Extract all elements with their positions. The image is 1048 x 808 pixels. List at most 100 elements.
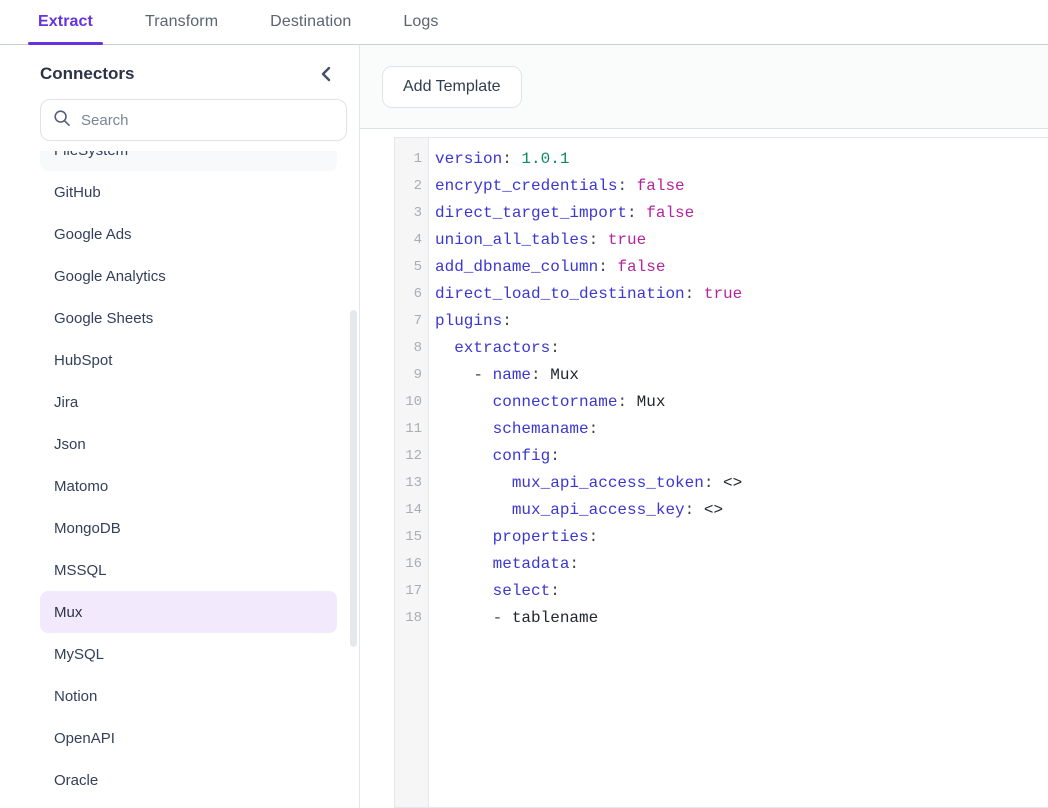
code-line: connectorname: Mux bbox=[435, 389, 1048, 416]
code-token bbox=[435, 366, 473, 384]
code-token: plugins bbox=[435, 312, 502, 330]
code-token: : bbox=[617, 177, 636, 195]
tab-extract[interactable]: Extract bbox=[12, 0, 119, 44]
connector-item-label: OpenAPI bbox=[54, 730, 115, 747]
connector-item[interactable]: MSSQL bbox=[40, 549, 337, 591]
connector-item[interactable]: Matomo bbox=[40, 465, 337, 507]
line-number: 18 bbox=[395, 605, 428, 632]
line-number: 1 bbox=[395, 146, 428, 173]
code-line: add_dbname_column: false bbox=[435, 254, 1048, 281]
code-token: config bbox=[493, 447, 551, 465]
line-number: 5 bbox=[395, 254, 428, 281]
code-line: union_all_tables: true bbox=[435, 227, 1048, 254]
connector-item-label: MySQL bbox=[54, 646, 104, 663]
sidebar-title: Connectors bbox=[40, 64, 134, 84]
tab-transform-label: Transform bbox=[145, 13, 218, 31]
code-token: mux_api_access_token bbox=[512, 474, 704, 492]
connectors-list[interactable]: FileSystem GitHub Google Ads Google Analyti… bbox=[12, 151, 359, 808]
code-token bbox=[435, 393, 493, 411]
add-template-button[interactable]: Add Template bbox=[382, 66, 522, 108]
connector-item[interactable]: Google Analytics bbox=[40, 255, 337, 297]
sidebar-scrollbar-thumb[interactable] bbox=[350, 310, 357, 647]
connector-item[interactable]: MongoDB bbox=[40, 507, 337, 549]
yaml-editor[interactable]: 123456789101112131415161718 version: 1.0… bbox=[394, 137, 1048, 808]
extract-page: Extract Transform Destination Logs Conne… bbox=[0, 0, 1048, 808]
code-line: mux_api_access_token: <> bbox=[435, 470, 1048, 497]
yaml-editor-wrap: 123456789101112131415161718 version: 1.0… bbox=[360, 129, 1048, 808]
connector-item[interactable]: Google Ads bbox=[40, 213, 337, 255]
connector-item[interactable]: Oracle bbox=[40, 759, 337, 801]
line-number: 6 bbox=[395, 281, 428, 308]
code-token: : bbox=[598, 258, 617, 276]
code-token: - bbox=[473, 366, 492, 384]
code-token: : bbox=[627, 204, 646, 222]
connector-item-label: Notion bbox=[54, 688, 97, 705]
code-token: <> bbox=[723, 474, 742, 492]
chevron-left-icon[interactable] bbox=[315, 63, 337, 85]
sidebar-search-wrap bbox=[12, 93, 359, 151]
page-body: Connectors bbox=[0, 45, 1048, 808]
code-token: union_all_tables bbox=[435, 231, 589, 249]
code-line: - name: Mux bbox=[435, 362, 1048, 389]
tab-logs[interactable]: Logs bbox=[377, 0, 464, 44]
connector-item-label: Google Ads bbox=[54, 226, 132, 243]
search-input[interactable] bbox=[81, 112, 334, 129]
code-token bbox=[435, 555, 493, 573]
connector-item-label: Oracle bbox=[54, 772, 98, 789]
connector-item[interactable]: MySQL bbox=[40, 633, 337, 675]
template-toolbar: Add Template bbox=[360, 45, 1048, 129]
connector-item-label: Matomo bbox=[54, 478, 108, 495]
code-token: false bbox=[617, 258, 665, 276]
code-token: : bbox=[569, 555, 579, 573]
code-token: mux_api_access_key bbox=[512, 501, 685, 519]
line-number: 10 bbox=[395, 389, 428, 416]
connector-item-label: Mux bbox=[54, 604, 82, 621]
code-token: add_dbname_column bbox=[435, 258, 598, 276]
line-number: 8 bbox=[395, 335, 428, 362]
code-token: : bbox=[531, 366, 550, 384]
code-line: properties: bbox=[435, 524, 1048, 551]
code-token: : bbox=[589, 528, 599, 546]
connector-item-label: GitHub bbox=[54, 184, 101, 201]
code-token: properties bbox=[493, 528, 589, 546]
connector-item-label: MSSQL bbox=[54, 562, 107, 579]
code-line: direct_target_import: false bbox=[435, 200, 1048, 227]
tab-destination-label: Destination bbox=[270, 13, 351, 31]
code-token bbox=[435, 474, 512, 492]
connector-item[interactable]: Mux bbox=[40, 591, 337, 633]
connector-item[interactable]: Json bbox=[40, 423, 337, 465]
connector-item[interactable]: OpenAPI bbox=[40, 717, 337, 759]
connector-item-label: Google Sheets bbox=[54, 310, 153, 327]
sidebar-header: Connectors bbox=[12, 45, 359, 93]
tab-destination[interactable]: Destination bbox=[244, 0, 377, 44]
code-token: false bbox=[637, 177, 685, 195]
editor-code-area[interactable]: version: 1.0.1encrypt_credentials: false… bbox=[429, 138, 1048, 807]
search-box[interactable] bbox=[40, 99, 347, 141]
connector-item[interactable]: Jira bbox=[40, 381, 337, 423]
tab-logs-label: Logs bbox=[403, 13, 438, 31]
code-token bbox=[435, 582, 493, 600]
line-number: 3 bbox=[395, 200, 428, 227]
connector-item-label: MongoDB bbox=[54, 520, 121, 537]
code-token: true bbox=[608, 231, 646, 249]
main-tabbar: Extract Transform Destination Logs bbox=[0, 0, 1048, 45]
code-token: schemaname bbox=[493, 420, 589, 438]
connector-item-label: Json bbox=[54, 436, 86, 453]
connector-item[interactable]: Notion bbox=[40, 675, 337, 717]
code-token: direct_load_to_destination bbox=[435, 285, 685, 303]
code-token: : bbox=[617, 393, 636, 411]
code-token: 1.0.1 bbox=[521, 150, 569, 168]
code-token: Mux bbox=[637, 393, 666, 411]
connector-item[interactable]: HubSpot bbox=[40, 339, 337, 381]
connector-item[interactable]: GitHub bbox=[40, 171, 337, 213]
connector-item[interactable]: Google Sheets bbox=[40, 297, 337, 339]
line-number: 7 bbox=[395, 308, 428, 335]
line-number: 2 bbox=[395, 173, 428, 200]
tab-transform[interactable]: Transform bbox=[119, 0, 244, 44]
code-token: : bbox=[502, 150, 521, 168]
code-line: plugins: bbox=[435, 308, 1048, 335]
code-token: : bbox=[550, 339, 560, 357]
connector-item[interactable]: FileSystem bbox=[40, 151, 337, 171]
code-token bbox=[435, 609, 493, 627]
editor-line-number-gutter: 123456789101112131415161718 bbox=[395, 138, 429, 807]
